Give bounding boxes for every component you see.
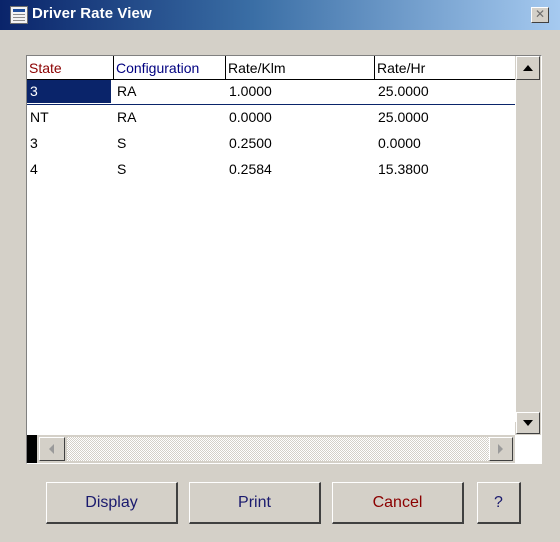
cell-state[interactable]: 4 [27,158,114,181]
scroll-right-button[interactable] [489,437,513,461]
cell-rate-hr[interactable]: 15.3800 [375,158,515,181]
table-row[interactable]: NT RA 0.0000 25.0000 [27,106,515,129]
column-header-configuration[interactable]: Configuration [114,56,226,80]
close-button[interactable]: ✕ [531,7,549,23]
scrollbar-corner [515,435,541,463]
cell-configuration[interactable]: RA [114,106,226,129]
scroll-up-button[interactable] [516,56,540,80]
row-indicator-tab [27,435,37,463]
cancel-button[interactable]: Cancel [332,482,464,524]
driver-rate-view-window: Driver Rate View ✕ State Configuration R… [0,0,560,542]
table-icon [10,6,28,24]
cell-rate-klm[interactable]: 0.0000 [226,106,375,129]
arrow-down-icon [523,420,533,426]
cell-rate-hr[interactable]: 0.0000 [375,132,515,155]
cell-state[interactable]: 3 [27,80,111,103]
arrow-right-icon [498,444,503,454]
column-header-rate-hr[interactable]: Rate/Hr [375,56,515,80]
table-row[interactable]: 3 RA 1.0000 25.0000 [27,80,515,103]
selected-row-underline [27,104,515,105]
grid-viewport: State Configuration Rate/Klm Rate/Hr 3 R… [27,56,515,435]
cell-state[interactable]: NT [27,106,114,129]
help-button[interactable]: ? [477,482,521,524]
table-row[interactable]: 3 S 0.2500 0.0000 [27,132,515,155]
title-bar: Driver Rate View ✕ [0,0,560,30]
table-row[interactable]: 4 S 0.2584 15.3800 [27,158,515,181]
cell-configuration[interactable]: S [114,158,226,181]
cell-rate-hr[interactable]: 25.0000 [375,80,515,103]
vertical-scrollbar[interactable] [515,56,541,463]
vertical-scroll-track[interactable] [515,80,541,422]
cell-configuration[interactable]: S [114,132,226,155]
arrow-up-icon [523,65,533,71]
cell-state[interactable]: 3 [27,132,114,155]
column-header-state[interactable]: State [27,56,114,80]
scroll-down-button[interactable] [516,412,540,434]
cell-rate-klm[interactable]: 0.2500 [226,132,375,155]
horizontal-scroll-track[interactable] [67,437,507,461]
rate-grid: State Configuration Rate/Klm Rate/Hr 3 R… [26,55,542,464]
cell-rate-hr[interactable]: 25.0000 [375,106,515,129]
display-button[interactable]: Display [46,482,178,524]
window-title: Driver Rate View [32,5,152,22]
horizontal-scrollbar[interactable] [27,435,515,463]
cell-rate-klm[interactable]: 1.0000 [226,80,375,103]
scroll-left-button[interactable] [39,437,65,461]
cell-configuration[interactable]: RA [114,80,226,103]
cell-rate-klm[interactable]: 0.2584 [226,158,375,181]
column-header-rate-klm[interactable]: Rate/Klm [226,56,375,80]
print-button[interactable]: Print [189,482,321,524]
arrow-left-icon [49,444,54,454]
